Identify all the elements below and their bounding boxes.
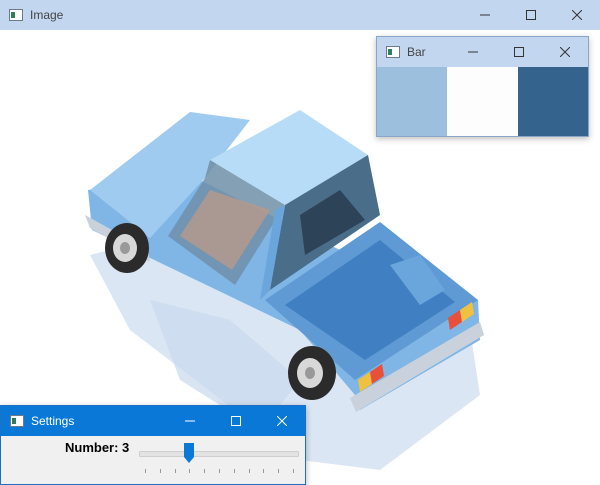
slider-tick	[248, 469, 250, 473]
image-window-titlebar[interactable]: Image	[0, 0, 600, 30]
slider-tick	[293, 469, 294, 473]
minimize-button[interactable]	[167, 406, 213, 436]
app-window-icon	[9, 9, 23, 21]
maximize-icon	[526, 10, 536, 20]
slider-tick	[189, 469, 191, 473]
close-icon	[277, 416, 287, 426]
color-swatch	[377, 67, 448, 136]
maximize-button[interactable]	[508, 0, 554, 30]
minimize-icon	[480, 14, 490, 16]
bar-window-title: Bar	[407, 45, 426, 59]
close-button[interactable]	[259, 406, 305, 436]
slider-tick	[145, 469, 146, 473]
app-window-icon	[10, 415, 24, 427]
image-window-title: Image	[30, 8, 64, 22]
number-label: Number: 3	[65, 440, 130, 455]
color-swatch	[517, 67, 588, 136]
slider-tick	[233, 469, 235, 473]
app-window-icon	[386, 46, 400, 58]
bar-window-titlebar[interactable]: Bar	[377, 37, 588, 67]
slider-thumb[interactable]	[184, 443, 195, 463]
settings-window-titlebar[interactable]: Settings	[1, 406, 305, 436]
slider-tick	[204, 469, 206, 473]
maximize-icon	[514, 47, 524, 57]
maximize-button[interactable]	[496, 37, 542, 67]
slider-tick	[159, 469, 161, 473]
settings-window-title: Settings	[31, 414, 75, 428]
maximize-button[interactable]	[213, 406, 259, 436]
slider-tick	[263, 469, 265, 473]
close-button[interactable]	[554, 0, 600, 30]
front-wheel	[105, 223, 149, 273]
bar-window: Bar	[376, 36, 589, 137]
color-swatch	[447, 67, 518, 136]
maximize-icon	[231, 416, 241, 426]
slider-tick	[174, 469, 176, 473]
settings-window: Settings Number: 3	[0, 405, 306, 485]
close-icon	[560, 47, 570, 57]
close-icon	[572, 10, 582, 20]
rear-wheel	[288, 346, 336, 400]
minimize-button[interactable]	[462, 0, 508, 30]
number-slider[interactable]	[139, 443, 299, 473]
slider-track[interactable]	[139, 451, 299, 457]
slider-tick	[278, 469, 280, 473]
close-button[interactable]	[542, 37, 588, 67]
minimize-icon	[185, 420, 195, 422]
slider-tick	[219, 469, 220, 473]
minimize-button[interactable]	[450, 37, 496, 67]
minimize-icon	[468, 51, 478, 53]
color-swatch-bar	[377, 67, 588, 136]
